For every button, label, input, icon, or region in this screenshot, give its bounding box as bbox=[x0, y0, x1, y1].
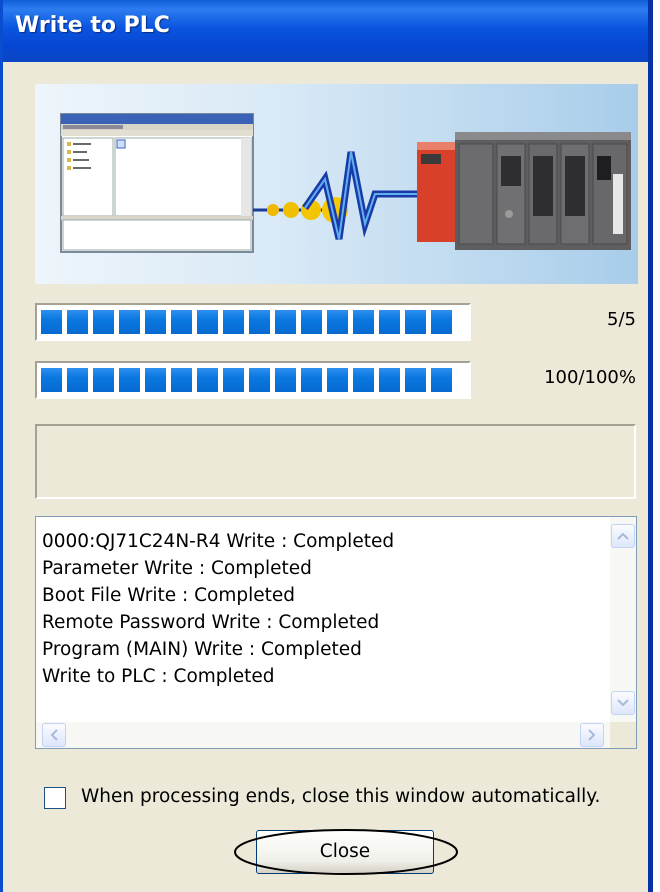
item-progress-track bbox=[41, 310, 465, 334]
progress-segment bbox=[119, 310, 140, 334]
auto-close-label[interactable]: When processing ends, close this window … bbox=[81, 786, 600, 807]
title-bar[interactable]: Write to PLC bbox=[3, 0, 648, 62]
progress-segment bbox=[405, 368, 426, 392]
progress-segment bbox=[431, 368, 452, 392]
software-window-image bbox=[60, 113, 254, 253]
chevron-left-icon[interactable] bbox=[42, 723, 66, 747]
progress-segment bbox=[171, 368, 192, 392]
progress-segment bbox=[353, 310, 374, 334]
progress-segment bbox=[405, 310, 426, 334]
log-line: Program (MAIN) Write : Completed bbox=[42, 639, 362, 660]
auto-close-checkbox[interactable] bbox=[44, 787, 66, 809]
progress-segment bbox=[93, 368, 114, 392]
progress-segment bbox=[249, 310, 270, 334]
progress-segment bbox=[197, 310, 218, 334]
percent-progress-track bbox=[41, 368, 465, 392]
progress-segment bbox=[197, 368, 218, 392]
progress-segment bbox=[119, 368, 140, 392]
percent-progress-bar bbox=[35, 361, 471, 399]
log-line: Remote Password Write : Completed bbox=[42, 612, 380, 633]
progress-segment bbox=[327, 368, 348, 392]
chevron-down-icon[interactable] bbox=[611, 691, 635, 715]
log-line: Boot File Write : Completed bbox=[42, 585, 296, 606]
transfer-illustration-graphic bbox=[60, 113, 631, 253]
progress-segment bbox=[353, 368, 374, 392]
percent-progress-count: 100/100% bbox=[544, 367, 636, 388]
progress-segment bbox=[301, 310, 322, 334]
item-progress-count: 5/5 bbox=[607, 309, 636, 330]
progress-segment bbox=[379, 310, 400, 334]
progress-segment bbox=[249, 368, 270, 392]
log-line: Write to PLC : Completed bbox=[42, 666, 275, 687]
item-progress-bar bbox=[35, 303, 471, 341]
progress-segment bbox=[93, 310, 114, 334]
progress-segment bbox=[223, 368, 244, 392]
result-log-lines: 0000:QJ71C24N-R4 Write : Completed Param… bbox=[42, 528, 394, 690]
progress-segment bbox=[171, 310, 192, 334]
transfer-illustration bbox=[35, 84, 638, 284]
progress-segment bbox=[301, 368, 322, 392]
log-line: 0000:QJ71C24N-R4 Write : Completed bbox=[42, 531, 395, 552]
progress-segment bbox=[327, 310, 348, 334]
progress-segment bbox=[275, 368, 296, 392]
result-log-box[interactable]: 0000:QJ71C24N-R4 Write : Completed Param… bbox=[35, 516, 637, 749]
write-to-plc-dialog: Write to PLC 5/5 100/100% 0000:QJ71C24N-… bbox=[0, 0, 653, 892]
progress-segment bbox=[67, 310, 88, 334]
horizontal-scrollbar[interactable] bbox=[36, 722, 636, 748]
progress-segment bbox=[67, 368, 88, 392]
progress-segment bbox=[275, 310, 296, 334]
progress-segment bbox=[223, 310, 244, 334]
progress-segment bbox=[41, 310, 62, 334]
scrollbar-corner bbox=[610, 722, 636, 748]
vertical-scrollbar[interactable] bbox=[610, 517, 636, 722]
plc-rack-image bbox=[417, 132, 631, 250]
progress-segment bbox=[41, 368, 62, 392]
log-line: Parameter Write : Completed bbox=[42, 558, 312, 579]
window-title: Write to PLC bbox=[15, 13, 170, 38]
chevron-up-icon[interactable] bbox=[611, 524, 635, 548]
chevron-right-icon[interactable] bbox=[580, 723, 604, 747]
progress-segment bbox=[379, 368, 400, 392]
progress-segment bbox=[145, 310, 166, 334]
progress-segment bbox=[145, 368, 166, 392]
progress-segment bbox=[431, 310, 452, 334]
status-message-box bbox=[35, 424, 636, 499]
close-button[interactable]: Close bbox=[256, 830, 434, 874]
